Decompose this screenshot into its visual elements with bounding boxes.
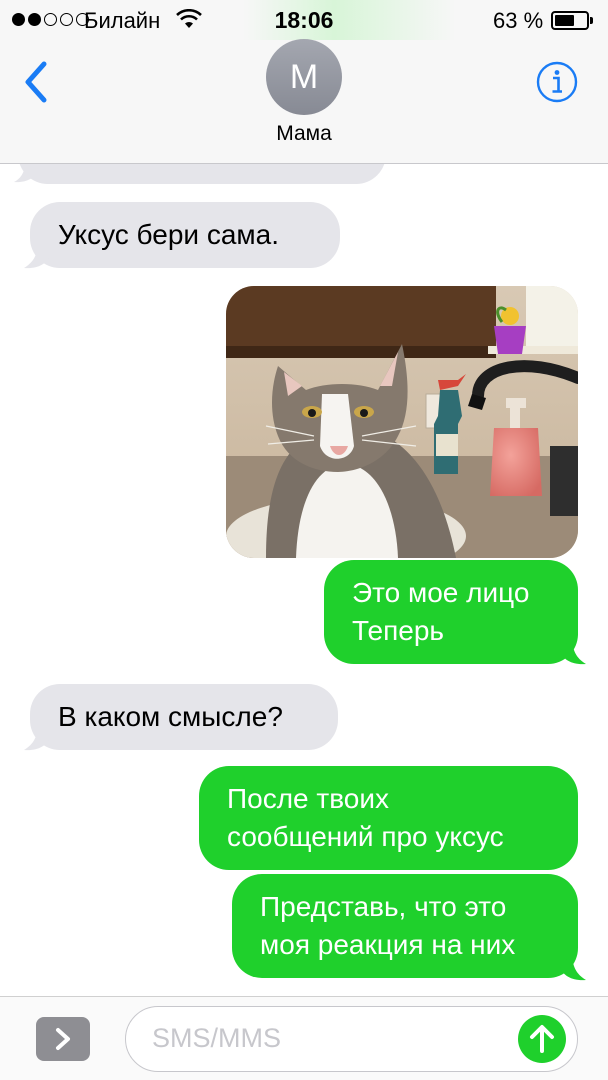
message-text: Уксус бери сама. (58, 219, 280, 250)
battery-tip (590, 17, 593, 24)
message-text: В каком смысле? (58, 701, 283, 732)
bubble-tail (560, 952, 586, 981)
compose-bar: SMS/MMS (0, 996, 608, 1080)
avatar-initial: М (289, 57, 319, 96)
bubble-tail (24, 240, 50, 269)
back-chevron-icon[interactable] (20, 60, 54, 104)
message-bubble-incoming-cutoff[interactable] (18, 164, 386, 184)
chevron-right-icon (56, 1028, 70, 1050)
message-input-placeholder: SMS/MMS (152, 1023, 282, 1053)
contact-name[interactable]: Мама (0, 122, 608, 146)
expand-apps-button[interactable] (36, 1017, 90, 1061)
cat-photo[interactable] (226, 286, 578, 558)
message-line: После твоих (227, 783, 389, 814)
contact-avatar[interactable]: М (266, 39, 342, 115)
battery-icon (551, 11, 589, 30)
message-bubble-outgoing[interactable]: Это мое лицо Теперь (324, 560, 578, 664)
message-line: моя реакция на них (260, 929, 516, 960)
status-bar: Билайн 18:06 63 % (0, 0, 608, 40)
message-line: сообщений про уксус (227, 821, 504, 852)
message-bubble-incoming[interactable]: В каком смысле? (30, 684, 338, 750)
message-line: Представь, что это (260, 891, 507, 922)
info-icon[interactable] (535, 60, 579, 104)
bubble-tail (560, 636, 586, 665)
message-bubble-outgoing[interactable]: После твоих сообщений про уксус (199, 766, 578, 870)
message-line: Теперь (352, 615, 444, 646)
message-line: Это мое лицо (352, 577, 530, 608)
cat-image (226, 286, 578, 558)
bubble-tail (24, 722, 50, 751)
message-thread[interactable]: Уксус бери сама. Это мое лицо Теперь В к… (0, 164, 608, 996)
arrow-up-icon (530, 1025, 554, 1053)
battery-percent: 63 % (493, 8, 544, 33)
conversation-header: Билайн 18:06 63 % М Мама (0, 0, 608, 164)
message-bubble-incoming[interactable]: Уксус бери сама. (30, 202, 340, 268)
message-bubble-outgoing[interactable]: Представь, что это моя реакция на них (232, 874, 578, 978)
send-button[interactable] (518, 1015, 566, 1063)
bubble-tail (14, 164, 38, 183)
message-input[interactable]: SMS/MMS (125, 1006, 578, 1072)
